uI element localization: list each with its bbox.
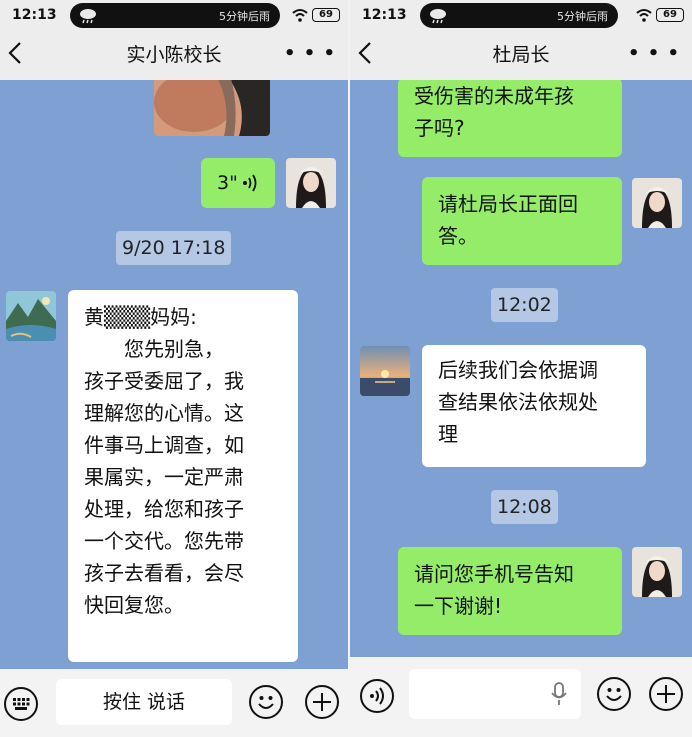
voice-icon [370,687,384,705]
my-avatar[interactable] [632,547,682,597]
weather-pill: 5分钟后雨 [420,3,618,28]
nav-bar: 实小陈校长 • • • [0,36,348,72]
contact-avatar[interactable] [360,346,410,396]
my-avatar[interactable] [632,178,682,228]
my-avatar[interactable] [286,158,336,208]
contact-avatar[interactable] [6,291,56,341]
keyboard-icon [13,698,30,710]
emoji-icon [258,696,274,709]
nav-bar: 杜局长 • • • [350,36,692,72]
emoji-button[interactable] [249,685,283,719]
cloud-rain-icon [430,9,446,24]
voice-message[interactable]: 3" [201,158,275,208]
status-bar: 12:13 5分钟后雨 69 [0,0,348,30]
message-line: 处理，给您和孩子 [84,497,244,521]
right-chat-window: 受伤害的未成年孩 子吗? 12:13 5分钟后雨 69 杜局长 • • • 请杜… [350,0,692,737]
timestamp: 12:02 [491,288,558,322]
plus-button[interactable] [649,677,683,711]
weather-text: 5分钟后雨 [219,10,270,23]
left-chat-window: 12:13 5分钟后雨 69 实小陈校长 • • • 3" 9/20 17:18… [0,0,348,737]
plus-button[interactable] [305,685,339,719]
input-bar: 按住 说话 [0,669,348,737]
message-input[interactable] [409,669,581,719]
status-time: 12:13 [362,7,407,23]
status-bar: 12:13 5分钟后雨 69 [350,0,692,30]
sent-message[interactable]: 受伤害的未成年孩 子吗? [398,78,622,157]
sent-message[interactable]: 请问您手机号告知 一下谢谢! [398,547,622,635]
message-line: 果属实，一定严肃 [84,465,244,489]
voice-mode-button[interactable] [360,679,394,713]
voice-duration: 3" [217,172,238,194]
battery-icon: 69 [312,8,340,22]
top-bar: 12:13 5分钟后雨 69 实小陈校长 • • • [0,0,348,80]
top-bar: 12:13 5分钟后雨 69 杜局长 • • • [350,0,692,80]
status-time: 12:13 [12,7,57,23]
message-line: 您先别急， [84,337,224,361]
cloud-rain-icon [80,9,96,24]
wifi-icon [636,9,652,22]
input-bar [350,657,692,737]
voice-wave-icon [243,174,257,192]
timestamp: 9/20 17:18 [116,231,232,265]
weather-pill: 5分钟后雨 [70,3,280,28]
battery-icon: 69 [656,8,684,22]
message-line: 理解您的心情。这 [84,401,244,425]
more-options-icon[interactable]: • • • [628,45,680,63]
message-line: 黄▒▒▒妈妈: [84,305,197,329]
wifi-icon [292,9,308,22]
emoji-icon [606,688,622,701]
received-message[interactable]: 后续我们会依据调 查结果依法依规处 理 [422,345,646,467]
plus-icon [313,693,331,711]
message-line: 快回复您。 [84,593,184,617]
plus-icon [657,685,675,703]
message-line: 一个交代。您先带 [84,529,244,553]
weather-text: 5分钟后雨 [557,10,608,23]
microphone-icon[interactable] [551,682,567,706]
message-line: 孩子受委屈了，我 [84,369,244,393]
keyboard-button[interactable] [4,687,38,721]
photo-message[interactable] [154,72,270,136]
message-line: 件事马上调查，如 [84,433,244,457]
sent-message[interactable]: 请杜局长正面回 答。 [422,177,622,265]
timestamp: 12:08 [491,490,558,524]
message-line: 孩子去看看，会尽 [84,561,244,585]
hold-to-talk-button[interactable]: 按住 说话 [56,679,232,725]
received-message[interactable]: 黄▒▒▒妈妈: 您先别急， 孩子受委屈了，我 理解您的心情。这 件事马上调查，如… [68,290,298,662]
emoji-button[interactable] [597,677,631,711]
more-options-icon[interactable]: • • • [284,45,336,63]
